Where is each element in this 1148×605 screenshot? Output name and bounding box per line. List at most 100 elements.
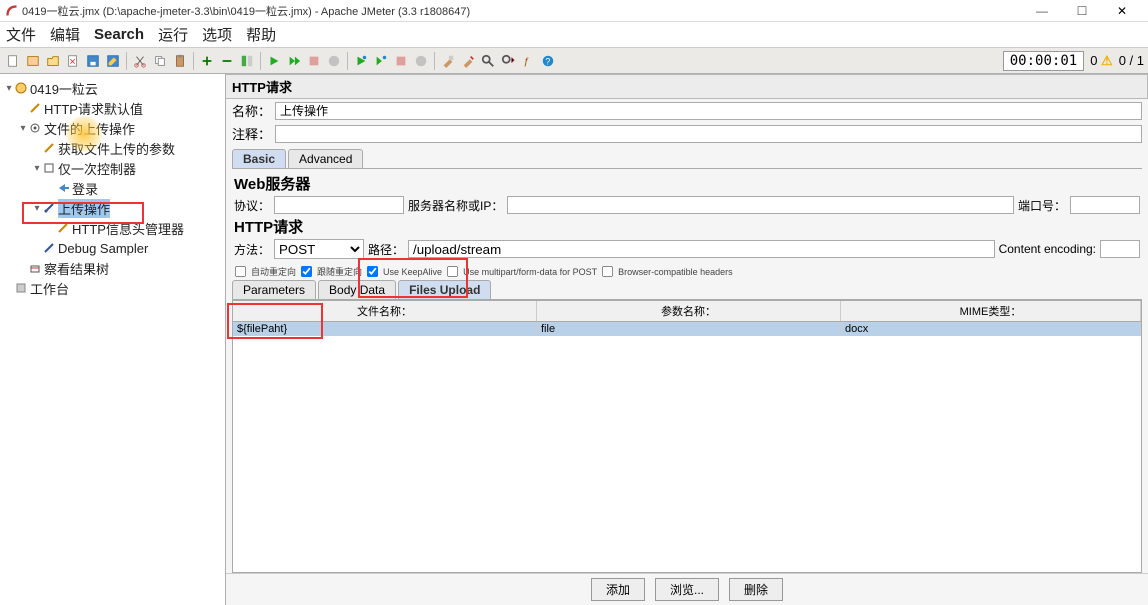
panel-title: HTTP请求: [226, 74, 1148, 99]
files-table[interactable]: 文件名称： 参数名称： MIME类型： ${filePaht} file doc…: [232, 300, 1142, 573]
tree-http-defaults[interactable]: HTTP请求默认值: [2, 98, 223, 118]
warning-indicator[interactable]: 0 ⚠: [1090, 53, 1113, 69]
chk-browser-compat[interactable]: [602, 266, 613, 277]
save-as-icon[interactable]: [104, 52, 122, 70]
col-filename: 文件名称：: [233, 301, 537, 321]
shutdown-icon[interactable]: [325, 52, 343, 70]
protocol-label: 协议：: [234, 197, 270, 214]
thread-counter: 0 / 1: [1119, 53, 1144, 68]
test-plan-tree[interactable]: ▾0419一粒云 HTTP请求默认值 ▾文件的上传操作 获取文件上传的参数 ▾仅…: [0, 74, 226, 605]
cell-filename[interactable]: ${filePaht}: [233, 322, 537, 336]
tab-parameters[interactable]: Parameters: [232, 280, 316, 299]
chk-auto-redirect[interactable]: [235, 266, 246, 277]
tab-files-upload[interactable]: Files Upload: [398, 280, 491, 299]
clear-all-icon[interactable]: [459, 52, 477, 70]
toggle-icon[interactable]: [238, 52, 256, 70]
protocol-input[interactable]: [274, 196, 404, 214]
help-icon[interactable]: ?: [539, 52, 557, 70]
name-input[interactable]: [275, 102, 1142, 120]
browse-button[interactable]: 浏览...: [655, 578, 719, 601]
remote-shutdown-icon[interactable]: [412, 52, 430, 70]
cell-param[interactable]: file: [537, 322, 841, 336]
close-file-icon[interactable]: [64, 52, 82, 70]
remote-start-icon[interactable]: [352, 52, 370, 70]
web-server-heading: Web服务器: [234, 173, 1140, 194]
new-icon[interactable]: [4, 52, 22, 70]
path-input[interactable]: [408, 240, 995, 258]
remote-start-all-icon[interactable]: [372, 52, 390, 70]
svg-text:ƒ: ƒ: [524, 55, 530, 67]
reset-search-icon[interactable]: [499, 52, 517, 70]
chk-keepalive[interactable]: [367, 266, 378, 277]
encoding-input[interactable]: [1100, 240, 1140, 258]
body-tabs: Parameters Body Data Files Upload: [232, 280, 1142, 300]
search-icon[interactable]: [479, 52, 497, 70]
http-request-heading: HTTP请求: [234, 216, 1140, 237]
window-titlebar: 0419一粒云.jmx (D:\apache-jmeter-3.3\bin\04…: [0, 0, 1148, 22]
name-label: 名称：: [232, 101, 271, 120]
port-input[interactable]: [1070, 196, 1140, 214]
menu-edit[interactable]: 编辑: [50, 24, 80, 45]
col-mime-type: MIME类型：: [841, 301, 1141, 321]
tree-view-results[interactable]: 察看结果树: [2, 258, 223, 278]
comment-label: 注释：: [232, 124, 271, 143]
method-label: 方法：: [234, 241, 270, 258]
save-icon[interactable]: [84, 52, 102, 70]
tree-debug-sampler[interactable]: Debug Sampler: [2, 238, 223, 258]
tree-upload-op[interactable]: ▾上传操作: [2, 198, 223, 218]
open-icon[interactable]: [44, 52, 62, 70]
tree-get-params[interactable]: 获取文件上传的参数: [2, 138, 223, 158]
templates-icon[interactable]: [24, 52, 42, 70]
start-icon[interactable]: [265, 52, 283, 70]
toolbar: ƒ ? 00:00:01 0 ⚠ 0 / 1: [0, 48, 1148, 74]
tree-header-mgr[interactable]: HTTP信息头管理器: [2, 218, 223, 238]
server-label: 服务器名称或IP：: [408, 197, 503, 214]
menu-search[interactable]: Search: [94, 26, 144, 43]
tree-workbench[interactable]: 工作台: [2, 278, 223, 298]
maximize-button[interactable]: ☐: [1062, 1, 1102, 21]
chk-follow-redirect[interactable]: [301, 266, 312, 277]
paste-icon[interactable]: [171, 52, 189, 70]
chk-multipart[interactable]: [447, 266, 458, 277]
start-no-pause-icon[interactable]: [285, 52, 303, 70]
menu-options[interactable]: 选项: [202, 24, 232, 45]
tree-upload-group[interactable]: ▾文件的上传操作: [2, 118, 223, 138]
http-request-panel: HTTP请求 名称： 注释： Basic Advanced Web服务器 协议：…: [226, 74, 1148, 605]
method-select[interactable]: POST: [274, 239, 364, 259]
clear-icon[interactable]: [439, 52, 457, 70]
menu-help[interactable]: 帮助: [246, 24, 276, 45]
collapse-icon[interactable]: [218, 52, 236, 70]
minimize-button[interactable]: —: [1022, 1, 1062, 21]
stop-icon[interactable]: [305, 52, 323, 70]
encoding-label: Content encoding:: [999, 242, 1096, 256]
tab-advanced[interactable]: Advanced: [288, 149, 363, 168]
tree-login[interactable]: 登录: [2, 178, 223, 198]
cell-mime[interactable]: docx: [841, 322, 1141, 336]
app-icon: [6, 5, 18, 17]
copy-icon[interactable]: [151, 52, 169, 70]
delete-button[interactable]: 删除: [729, 578, 783, 601]
server-input[interactable]: [507, 196, 1014, 214]
menu-run[interactable]: 运行: [158, 24, 188, 45]
options-row: 自动重定向 跟随重定向 Use KeepAlive Use multipart/…: [226, 263, 1148, 280]
col-param-name: 参数名称：: [537, 301, 841, 321]
svg-text:?: ?: [545, 56, 550, 66]
tab-body-data[interactable]: Body Data: [318, 280, 396, 299]
path-label: 路径：: [368, 241, 404, 258]
comment-input[interactable]: [275, 125, 1142, 143]
function-helper-icon[interactable]: ƒ: [519, 52, 537, 70]
menu-file[interactable]: 文件: [6, 24, 36, 45]
tab-basic[interactable]: Basic: [232, 149, 286, 168]
tree-root[interactable]: ▾0419一粒云: [2, 78, 223, 98]
add-button[interactable]: 添加: [591, 578, 645, 601]
close-button[interactable]: ✕: [1102, 1, 1142, 21]
table-row[interactable]: ${filePaht} file docx: [233, 322, 1141, 336]
menu-bar: 文件 编辑 Search 运行 选项 帮助: [0, 22, 1148, 48]
remote-stop-icon[interactable]: [392, 52, 410, 70]
expand-icon[interactable]: [198, 52, 216, 70]
cut-icon[interactable]: [131, 52, 149, 70]
table-buttons: 添加 浏览... 删除: [226, 573, 1148, 605]
tree-once-controller[interactable]: ▾仅一次控制器: [2, 158, 223, 178]
config-tabs: Basic Advanced: [232, 149, 1142, 169]
window-title: 0419一粒云.jmx (D:\apache-jmeter-3.3\bin\04…: [22, 3, 470, 19]
